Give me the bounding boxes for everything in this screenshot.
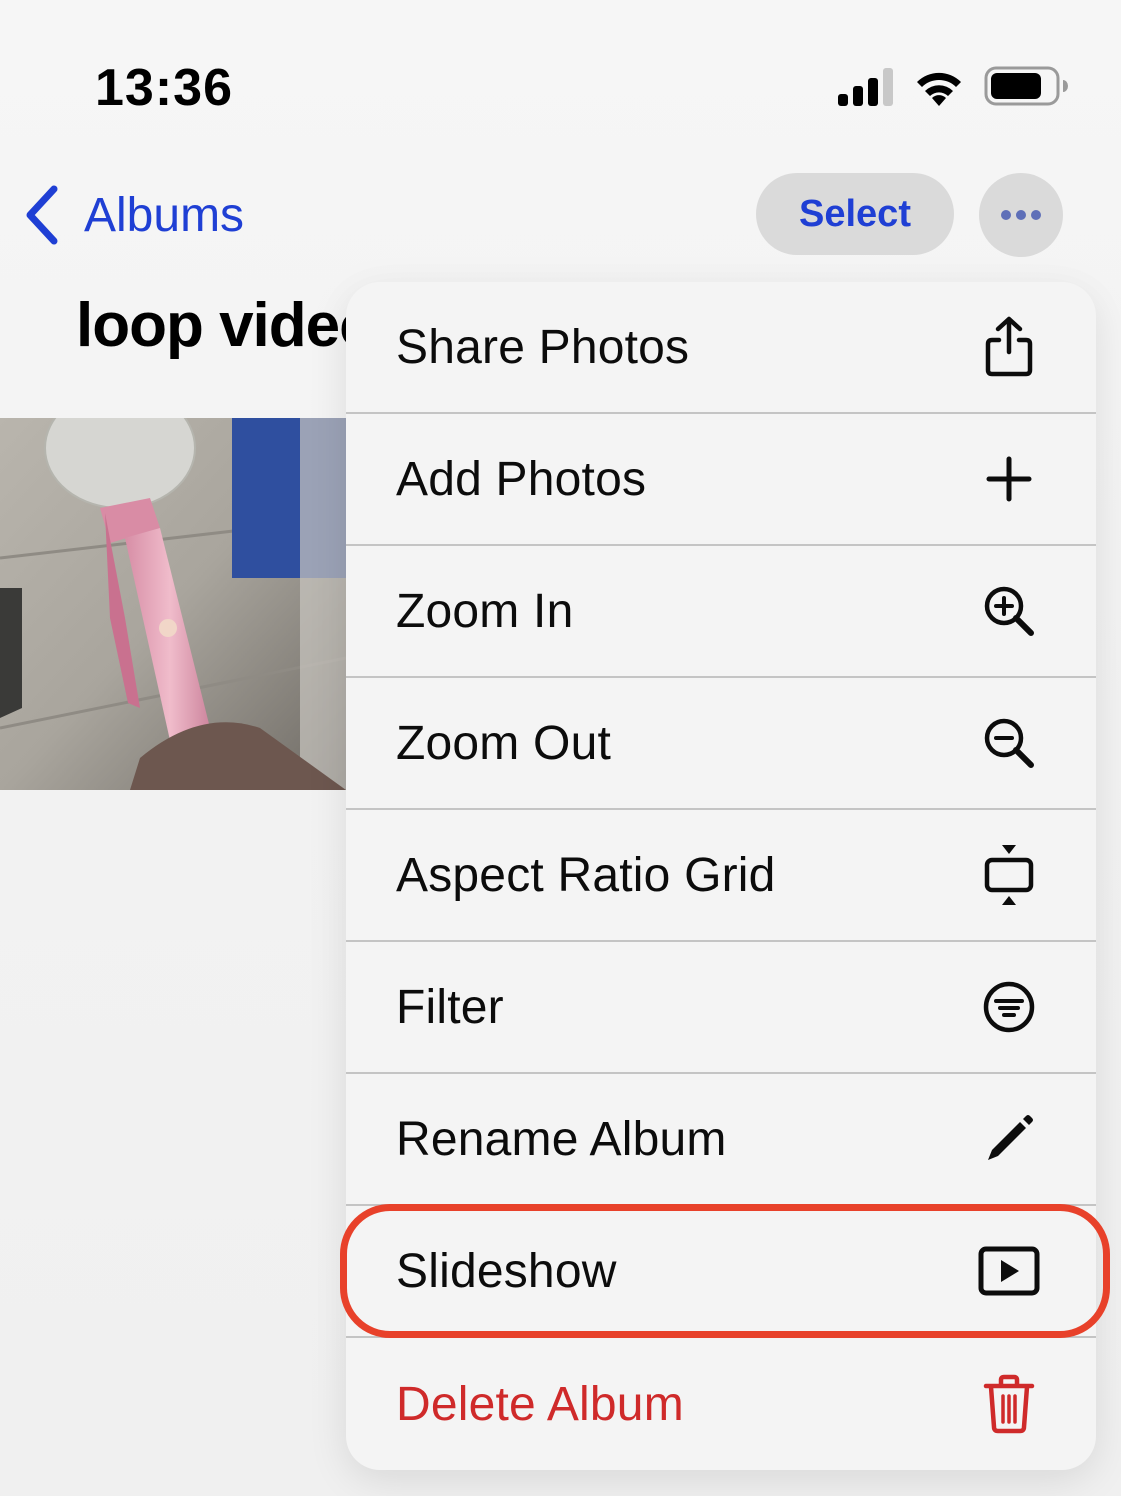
back-button-label: Albums (84, 188, 245, 242)
trash-icon (974, 1369, 1044, 1439)
more-options-button[interactable] (979, 173, 1063, 257)
aspect-ratio-icon (974, 840, 1044, 910)
pencil-icon (974, 1104, 1044, 1174)
menu-item-zoom-in[interactable]: Zoom In (346, 546, 1096, 678)
menu-item-share-photos[interactable]: Share Photos (346, 282, 1096, 414)
menu-item-label: Zoom In (396, 584, 574, 638)
select-button[interactable]: Select (756, 173, 954, 255)
plus-icon (974, 444, 1044, 514)
thumbnail-image (0, 418, 346, 790)
menu-item-aspect-ratio-grid[interactable]: Aspect Ratio Grid (346, 810, 1096, 942)
menu-item-label: Delete Album (396, 1377, 684, 1431)
chevron-left-icon (26, 185, 58, 245)
menu-item-filter[interactable]: Filter (346, 942, 1096, 1074)
ellipsis-icon (1031, 210, 1041, 220)
menu-item-add-photos[interactable]: Add Photos (346, 414, 1096, 546)
wifi-icon (917, 72, 961, 106)
menu-item-delete-album[interactable]: Delete Album (346, 1338, 1096, 1470)
share-icon (974, 312, 1044, 382)
menu-item-label: Zoom Out (396, 716, 611, 770)
filter-icon (974, 972, 1044, 1042)
album-options-menu: Share Photos Add Photos Zoom In Zoom Out… (346, 282, 1096, 1470)
battery-icon (984, 66, 1068, 106)
cellular-signal-icon (838, 68, 893, 106)
menu-item-rename-album[interactable]: Rename Album (346, 1074, 1096, 1206)
play-rectangle-icon (974, 1236, 1044, 1306)
video-thumbnail[interactable]: 0:16 (0, 418, 346, 790)
status-time: 13:36 (95, 59, 233, 117)
menu-item-label: Filter (396, 980, 504, 1034)
menu-item-label: Share Photos (396, 320, 690, 374)
menu-item-label: Rename Album (396, 1112, 727, 1166)
menu-item-slideshow[interactable]: Slideshow (346, 1206, 1096, 1338)
status-bar: 13:36 (0, 0, 1121, 150)
menu-item-zoom-out[interactable]: Zoom Out (346, 678, 1096, 810)
back-button[interactable]: Albums (22, 180, 244, 250)
menu-item-label: Aspect Ratio Grid (396, 848, 776, 902)
zoom-out-icon (974, 708, 1044, 778)
menu-item-label: Add Photos (396, 452, 647, 506)
ellipsis-icon (1001, 210, 1011, 220)
menu-item-label: Slideshow (396, 1244, 617, 1298)
ellipsis-icon (1016, 210, 1026, 220)
zoom-in-icon (974, 576, 1044, 646)
album-title: loop video (76, 291, 377, 360)
